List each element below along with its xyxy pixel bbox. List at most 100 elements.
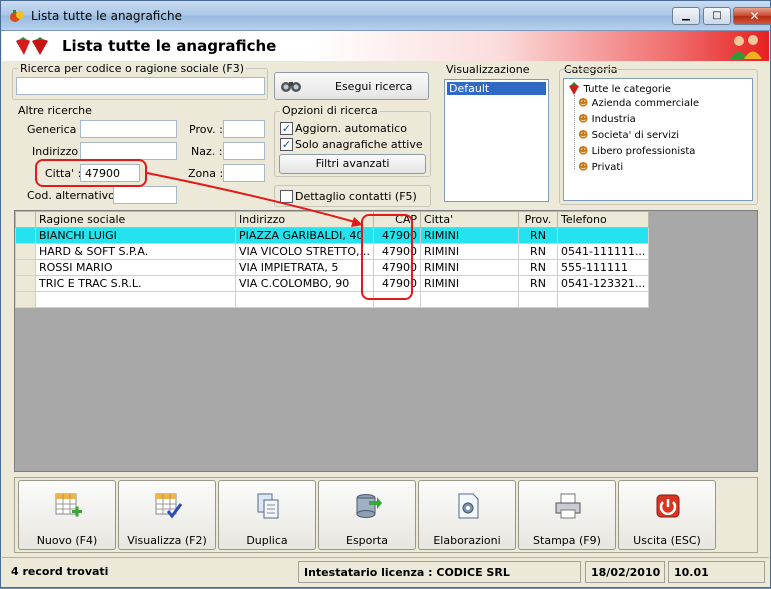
cell-indirizzo[interactable]: VIA VICOLO STRETTO,...: [235, 243, 374, 260]
row-indicator: [15, 259, 36, 276]
cell-telefono[interactable]: 0541-123321...: [556, 275, 650, 292]
duplica-button[interactable]: Duplica: [218, 480, 316, 550]
visualizza-label: Visualizza (F2): [127, 534, 207, 547]
nuovo-label: Nuovo (F4): [36, 534, 98, 547]
uscita-button[interactable]: Uscita (ESC): [618, 480, 716, 550]
cod-alternativo-field[interactable]: [113, 186, 177, 204]
annotation-highlight-citta: [35, 159, 147, 187]
tree-item-professionista[interactable]: ☻ Libero professionista: [578, 146, 695, 157]
results-table: Ragione sociale Indirizzo CAP Citta' Pro…: [15, 211, 650, 308]
table-row[interactable]: ROSSI MARIO VIA IMPIETRATA, 5 47900 RIMI…: [15, 259, 650, 276]
cell-telefono[interactable]: 0541-111111...: [556, 243, 650, 260]
execute-search-button[interactable]: Esegui ricerca: [274, 72, 429, 100]
cell-empty[interactable]: [517, 291, 558, 308]
status-date: 18/02/2010: [585, 561, 665, 583]
table-row-empty[interactable]: [15, 291, 650, 308]
search-input[interactable]: [16, 77, 265, 95]
close-icon: ✕: [749, 9, 760, 23]
altre-ricerche-label: Altre ricerche: [18, 104, 92, 117]
tree-item-label: Azienda commerciale: [591, 98, 700, 109]
col-header-telefono[interactable]: Telefono: [556, 211, 650, 228]
naz-label: Naz. :: [191, 145, 223, 158]
uscita-label: Uscita (ESC): [633, 534, 701, 547]
power-exit-icon: [656, 494, 680, 518]
indirizzo-field[interactable]: [80, 142, 177, 160]
license-holder: Intestatario licenza : CODICE SRL: [298, 561, 581, 583]
naz-field[interactable]: [223, 142, 265, 160]
cell-prov[interactable]: RN: [517, 259, 558, 276]
dettaglio-checkbox[interactable]: [280, 190, 293, 203]
tree-item-label: Industria: [591, 114, 636, 125]
elaborazioni-button[interactable]: Elaborazioni: [418, 480, 516, 550]
maximize-button[interactable]: □: [703, 7, 731, 25]
row-indicator-header: [15, 211, 36, 228]
category-tree[interactable]: Tutte le categorie ☻ Azienda commerciale…: [563, 78, 753, 201]
cell-telefono[interactable]: 555-111111: [556, 259, 650, 276]
cell-empty[interactable]: [556, 291, 650, 308]
table-row[interactable]: BIANCHI LUIGI PIAZZA GARIBALDI, 40 47900…: [15, 227, 650, 244]
esporta-button[interactable]: Esporta: [318, 480, 416, 550]
cell-indirizzo[interactable]: VIA IMPIETRATA, 5: [235, 259, 374, 276]
dettaglio-label: Dettaglio contatti (F5): [295, 190, 417, 203]
tree-item-azienda[interactable]: ☻ Azienda commerciale: [578, 98, 699, 109]
cell-prov[interactable]: RN: [517, 243, 558, 260]
tree-item-privati[interactable]: ☻ Privati: [578, 162, 623, 173]
cell-prov[interactable]: RN: [517, 275, 558, 292]
cell-prov[interactable]: RN: [517, 227, 558, 244]
cell-indirizzo[interactable]: PIAZZA GARIBALDI, 40: [235, 227, 374, 244]
col-header-citta[interactable]: Citta': [419, 211, 519, 228]
filtri-avanzati-button[interactable]: Filtri avanzati: [279, 154, 426, 174]
tree-item-label: Privati: [591, 162, 624, 173]
tree-root[interactable]: Tutte le categorie: [568, 82, 671, 96]
table-row[interactable]: TRIC E TRAC S.R.L. VIA C.COLOMBO, 90 479…: [15, 275, 650, 292]
cell-ragione[interactable]: BIANCHI LUIGI: [35, 227, 236, 244]
stampa-button[interactable]: Stampa (F9): [518, 480, 616, 550]
cell-empty[interactable]: [235, 291, 374, 308]
banner-title: Lista tutte le anagrafiche: [62, 37, 277, 55]
generica-label: Generica :: [27, 123, 84, 136]
close-button[interactable]: ✕: [733, 7, 771, 25]
col-header-indirizzo[interactable]: Indirizzo: [235, 211, 374, 228]
esporta-label: Esporta: [346, 534, 388, 547]
tree-item-servizi[interactable]: ☻ Societa' di servizi: [578, 130, 679, 141]
generica-field[interactable]: [80, 120, 177, 138]
users-node-icon: ☻: [578, 98, 589, 109]
maximize-icon: □: [712, 10, 722, 21]
strawberry-node-icon: [569, 82, 579, 95]
execute-search-label: Esegui ricerca: [335, 80, 413, 93]
zona-field[interactable]: [223, 164, 265, 182]
export-database-icon: [356, 494, 382, 518]
cell-citta[interactable]: RIMINI: [419, 275, 519, 292]
title-bar[interactable]: Lista tutte le anagrafiche ▁ □ ✕: [1, 1, 771, 31]
cell-citta[interactable]: RIMINI: [419, 243, 519, 260]
window-title: Lista tutte le anagrafiche: [31, 9, 182, 23]
col-header-prov[interactable]: Prov.: [517, 211, 558, 228]
nuovo-button[interactable]: Nuovo (F4): [18, 480, 116, 550]
view-list[interactable]: Default: [444, 79, 549, 202]
cell-empty[interactable]: [35, 291, 236, 308]
cell-ragione[interactable]: TRIC E TRAC S.R.L.: [35, 275, 236, 292]
solo-attive-checkbox[interactable]: ✓: [280, 138, 293, 151]
cell-empty[interactable]: [419, 291, 519, 308]
cell-citta[interactable]: RIMINI: [419, 259, 519, 276]
users-icon: [730, 35, 762, 59]
cell-citta[interactable]: RIMINI: [419, 227, 519, 244]
cell-ragione[interactable]: ROSSI MARIO: [35, 259, 236, 276]
cell-indirizzo[interactable]: VIA C.COLOMBO, 90: [235, 275, 374, 292]
col-header-ragione[interactable]: Ragione sociale: [35, 211, 236, 228]
cell-telefono[interactable]: [556, 227, 650, 244]
view-item-default[interactable]: Default: [447, 82, 546, 95]
status-time: 10.01: [668, 561, 765, 583]
visualizza-button[interactable]: Visualizza (F2): [118, 480, 216, 550]
minimize-button[interactable]: ▁: [672, 7, 700, 25]
prov-field[interactable]: [223, 120, 265, 138]
binoculars-icon: [281, 82, 301, 92]
annotation-highlight-cap: [361, 214, 413, 300]
tree-item-industria[interactable]: ☻ Industria: [578, 114, 636, 125]
aggiorn-checkbox[interactable]: ✓: [280, 122, 293, 135]
duplica-label: Duplica: [246, 534, 288, 547]
cell-ragione[interactable]: HARD & SOFT S.P.A.: [35, 243, 236, 260]
table-row[interactable]: HARD & SOFT S.P.A. VIA VICOLO STRETTO,..…: [15, 243, 650, 260]
prov-label: Prov. :: [189, 123, 223, 136]
aggiorn-label: Aggiorn. automatico: [295, 122, 407, 135]
